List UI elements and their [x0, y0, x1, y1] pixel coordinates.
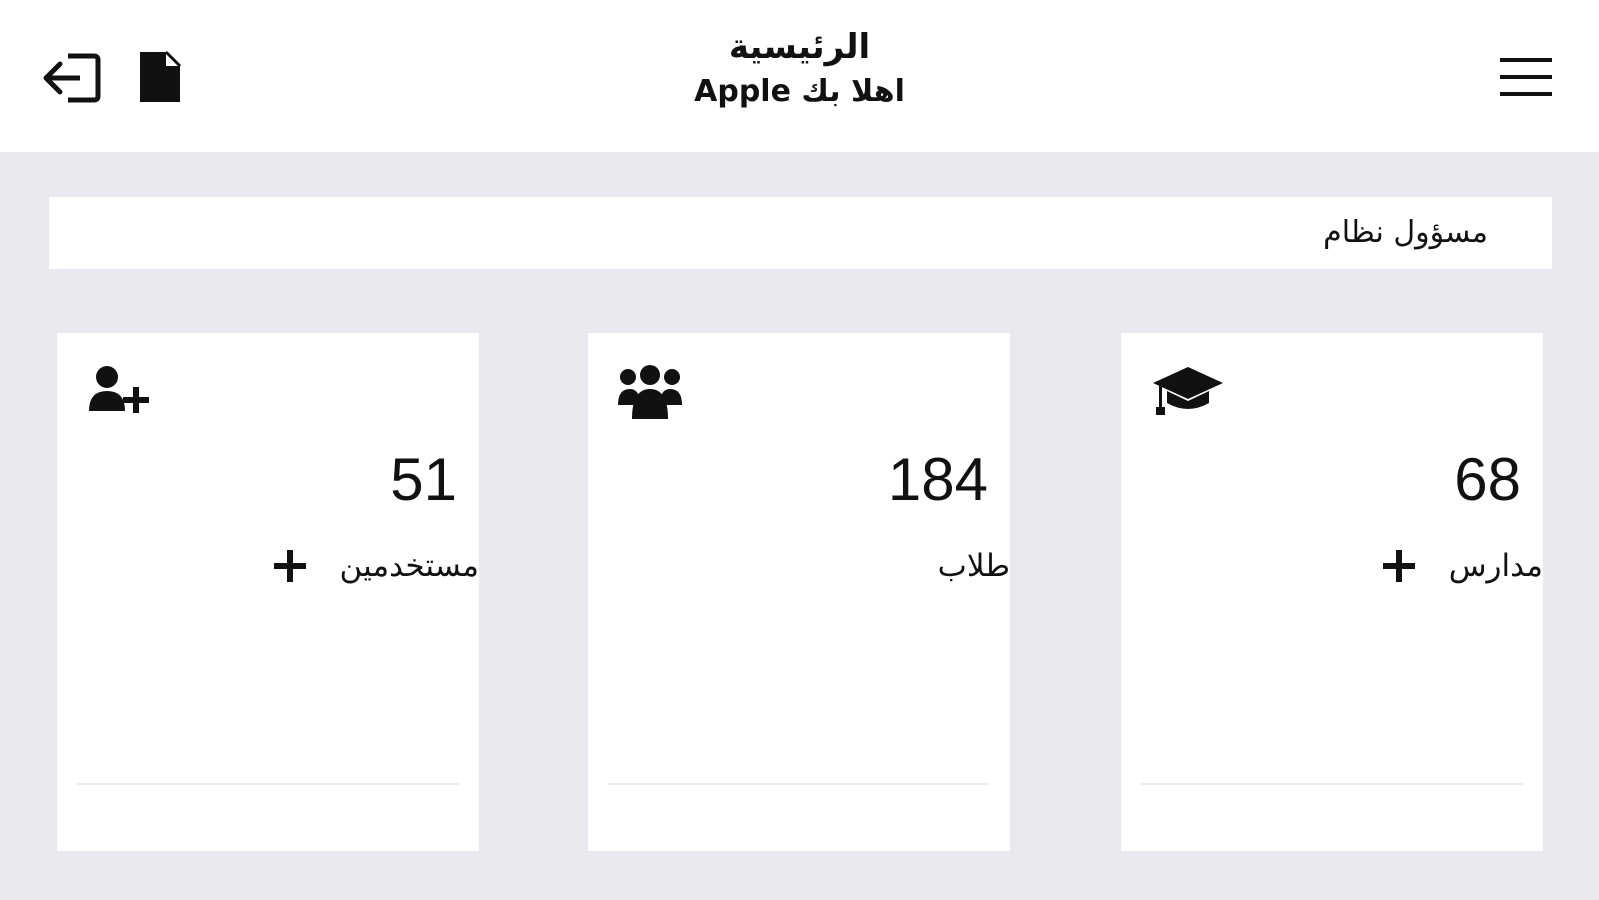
users-group-icon [618, 363, 682, 425]
document-button[interactable] [136, 48, 186, 106]
plus-icon [273, 550, 306, 582]
document-icon [140, 50, 182, 102]
add-school-button[interactable] [1379, 545, 1419, 587]
logout-button[interactable] [40, 50, 104, 106]
sign-out-icon [43, 53, 101, 103]
page-title: الرئيسية [728, 27, 871, 67]
schools-label-row: مدارس [1379, 545, 1543, 587]
students-card[interactable]: 184 طلاب [588, 333, 1010, 851]
user-plus-icon [87, 363, 153, 421]
title-block: الرئيسية اهلا بك Apple [0, 24, 1599, 114]
hamburger-menu-icon [1500, 58, 1552, 96]
plus-icon [1382, 550, 1415, 582]
schools-card[interactable]: 68 مدارس [1121, 333, 1543, 851]
users-count: 51 [390, 446, 457, 513]
users-label-row: مستخدمين [270, 545, 479, 587]
students-count: 184 [887, 446, 988, 513]
app-header: الرئيسية اهلا بك Apple [0, 0, 1599, 152]
students-label: طلاب [937, 548, 1010, 584]
add-user-button[interactable] [270, 545, 310, 587]
user-role: مسؤول نظام [1323, 215, 1488, 250]
card-divider [77, 783, 459, 785]
card-divider [1141, 783, 1523, 785]
schools-count: 68 [1454, 446, 1521, 513]
schools-label: مدارس [1448, 548, 1543, 584]
users-label: مستخدمين [339, 548, 479, 584]
role-bar: مسؤول نظام [49, 197, 1552, 269]
users-card[interactable]: 51 مستخدمين [57, 333, 479, 851]
graduation-cap-icon [1151, 363, 1225, 423]
menu-button[interactable] [1496, 54, 1556, 104]
students-label-row: طلاب [938, 545, 1010, 587]
welcome-message: اهلا بك Apple [694, 74, 905, 109]
card-divider [608, 783, 990, 785]
